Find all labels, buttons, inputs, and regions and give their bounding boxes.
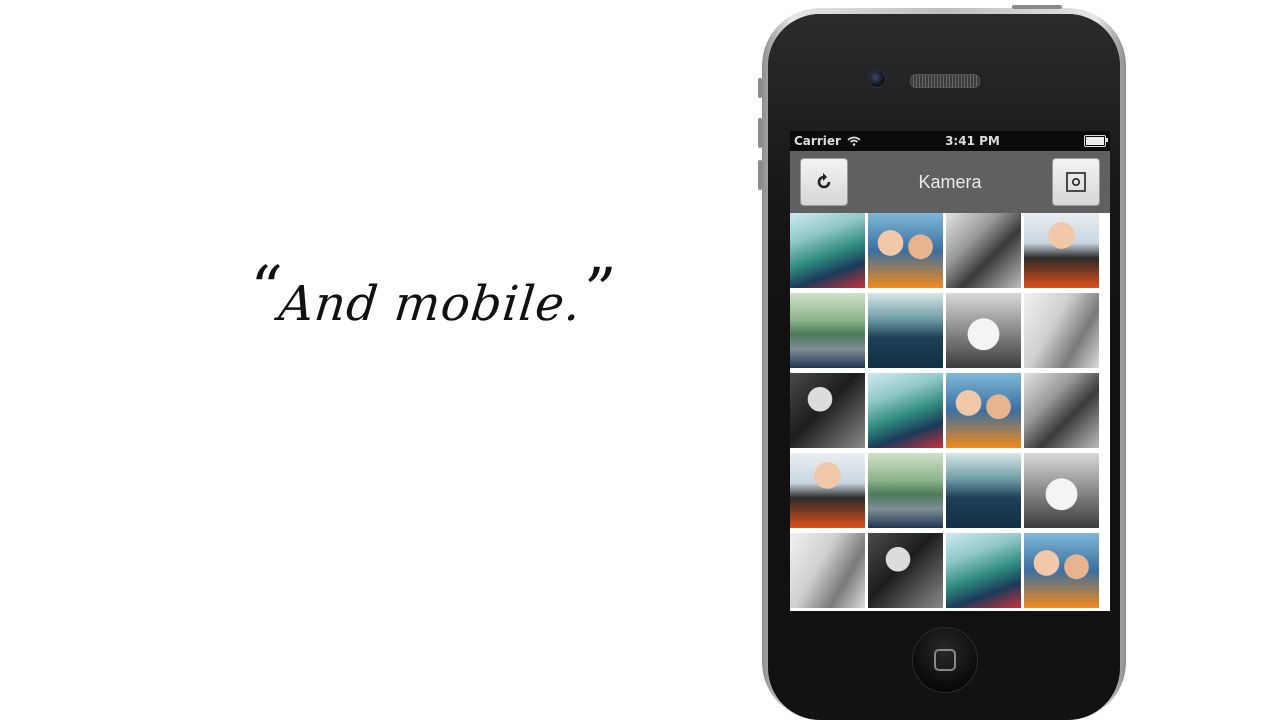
photo-road-thumbnail[interactable]	[790, 293, 865, 368]
photo-dog-thumbnail[interactable]	[1024, 453, 1099, 528]
front-camera-icon	[868, 70, 886, 88]
refresh-button[interactable]	[800, 158, 848, 206]
photo-camera-man-thumbnail[interactable]	[1024, 213, 1099, 288]
photo-ferry-selfie-thumbnail[interactable]	[790, 213, 865, 288]
capture-icon	[1066, 172, 1086, 192]
volume-down-button	[758, 160, 762, 190]
photo-bw-sitting-thumbnail[interactable]	[1024, 373, 1099, 448]
home-button[interactable]	[912, 627, 978, 693]
photo-couple-selfie-thumbnail[interactable]	[868, 213, 943, 288]
wifi-icon	[847, 136, 861, 146]
photo-ferry-selfie-thumbnail[interactable]	[868, 373, 943, 448]
photo-couple-selfie-thumbnail[interactable]	[1024, 533, 1099, 608]
iphone-frame: Carrier 3:41 PM Kamera	[758, 5, 1126, 720]
status-left: Carrier	[794, 134, 861, 148]
photo-bw-woman-thumbnail[interactable]	[868, 533, 943, 608]
volume-up-button	[758, 118, 762, 148]
photo-bw-deck-thumbnail[interactable]	[790, 533, 865, 608]
photo-dog-thumbnail[interactable]	[946, 293, 1021, 368]
status-time: 3:41 PM	[945, 134, 1000, 148]
carrier-label: Carrier	[794, 134, 841, 148]
slide-quote: “And mobile.”	[244, 252, 618, 335]
photo-bw-woman-thumbnail[interactable]	[790, 373, 865, 448]
nav-bar: Kamera	[790, 151, 1110, 213]
photo-lake-thumbnail[interactable]	[868, 293, 943, 368]
photo-grid	[790, 213, 1110, 611]
photo-bw-sitting-thumbnail[interactable]	[946, 213, 1021, 288]
phone-screen: Carrier 3:41 PM Kamera	[790, 131, 1110, 611]
photo-road-thumbnail[interactable]	[868, 453, 943, 528]
status-bar: Carrier 3:41 PM	[790, 131, 1110, 151]
quote-text: And mobile.	[276, 276, 585, 332]
mute-switch	[758, 78, 762, 98]
power-button	[1012, 5, 1062, 9]
refresh-icon	[817, 173, 831, 189]
photo-bw-deck-thumbnail[interactable]	[1024, 293, 1099, 368]
home-square-icon	[934, 649, 956, 671]
earpiece-speaker	[910, 74, 980, 88]
photo-lake-thumbnail[interactable]	[946, 453, 1021, 528]
battery-fill	[1086, 137, 1104, 145]
close-quote-mark: ”	[578, 254, 619, 327]
photo-camera-man-thumbnail[interactable]	[790, 453, 865, 528]
battery-icon	[1084, 135, 1108, 147]
photo-ferry-selfie-thumbnail[interactable]	[946, 533, 1021, 608]
phone-face: Carrier 3:41 PM Kamera	[768, 14, 1120, 720]
capture-button[interactable]	[1052, 158, 1100, 206]
photo-couple-selfie-thumbnail[interactable]	[946, 373, 1021, 448]
